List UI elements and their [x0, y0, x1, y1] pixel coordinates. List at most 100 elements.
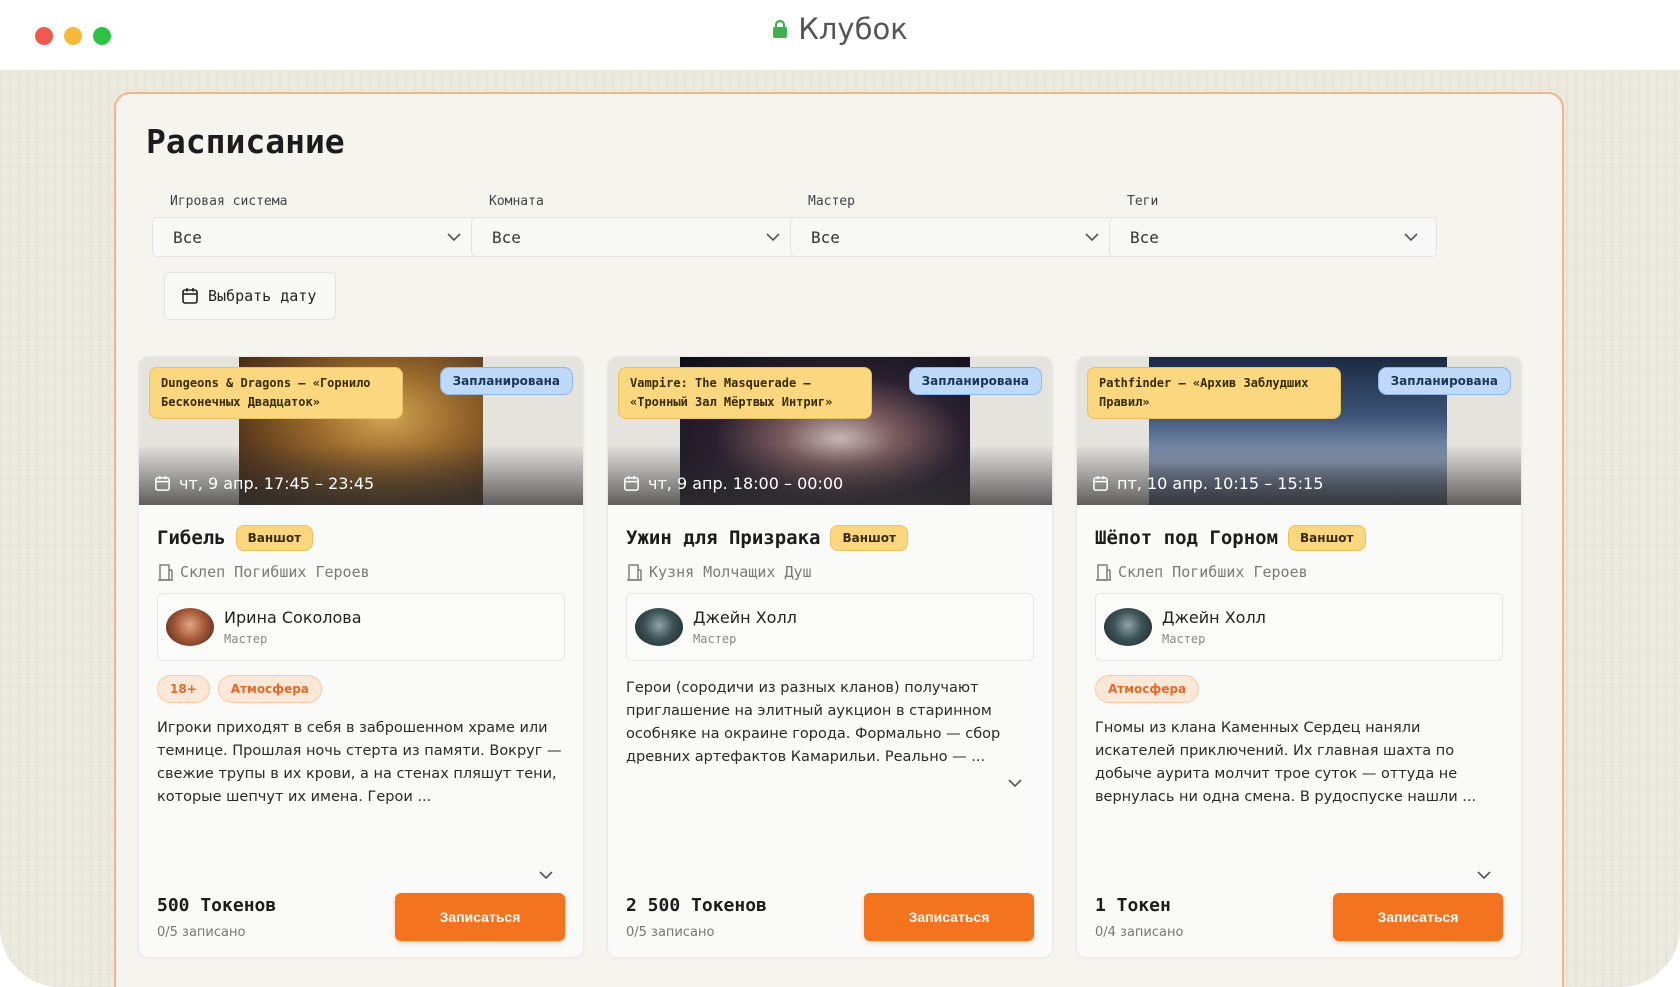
status-badge: Запланирована [1377, 367, 1511, 395]
pick-date-label: Выбрать дату [208, 287, 317, 305]
session-time: пт, 10 апр. 10:15 – 15:15 [1092, 474, 1323, 493]
format-badge: Ваншот [235, 525, 314, 551]
avatar [1104, 608, 1152, 646]
game-card[interactable]: Pathfinder — «Архив Заблудших Правил» За… [1076, 356, 1522, 958]
tags-select[interactable]: Все [1109, 217, 1437, 257]
card-footer: 1 Токен 0/4 записано Записаться [1095, 893, 1503, 941]
card-title-row: Шёпот под Горном Ваншот [1095, 525, 1503, 551]
card-cover: Dungeons & Dragons — «Горнило Бесконечны… [139, 357, 583, 505]
master-info[interactable]: Джейн Холл Мастер [1095, 593, 1503, 661]
window-title: Клубок [0, 12, 1680, 46]
calendar-icon [624, 475, 639, 491]
select-value: Все [1130, 227, 1159, 247]
session-time: чт, 9 апр. 18:00 – 00:00 [623, 474, 843, 493]
master-role: Мастер [693, 632, 737, 646]
game-system-badge: Vampire: The Masquerade — «Тронный Зал М… [618, 367, 872, 419]
master-role: Мастер [1162, 632, 1206, 646]
session-time-text: чт, 9 апр. 17:45 – 23:45 [179, 474, 375, 493]
select-value: Все [173, 227, 202, 247]
card-cover: Pathfinder — «Архив Заблудших Правил» За… [1077, 357, 1521, 505]
building-icon [627, 563, 642, 581]
window-titlebar: Клубок [0, 0, 1680, 70]
price: 1 Токен [1095, 895, 1171, 916]
room-info: Кузня Молчащих Душ [626, 563, 1034, 581]
format-badge: Ваншот [830, 525, 908, 551]
room-info: Склеп Погибших Героев [157, 563, 565, 581]
master-name: Джейн Холл [693, 608, 797, 627]
room-name: Кузня Молчащих Душ [649, 563, 812, 581]
price: 2 500 Токенов [626, 895, 767, 916]
card-footer: 500 Токенов 0/5 записано Записаться [157, 893, 565, 941]
master-info[interactable]: Джейн Холл Мастер [626, 593, 1034, 661]
filter-label: Теги [1127, 194, 1159, 209]
page-background: Расписание Игровая система Все Комната В… [0, 70, 1680, 987]
card-body: Гибель Ваншот Склеп Погибших Героев Ирин… [139, 505, 583, 957]
card-description: Игроки приходят в себя в заброшенном хра… [157, 720, 562, 805]
room-name: Склеп Погибших Героев [1118, 563, 1308, 581]
calendar-icon [155, 475, 170, 491]
session-time-text: чт, 9 апр. 18:00 – 00:00 [648, 474, 844, 493]
card-title-row: Гибель Ваншот [157, 525, 565, 551]
lock-icon [772, 20, 788, 38]
game-system-select[interactable]: Все [152, 217, 480, 257]
building-icon [158, 563, 173, 581]
signup-button[interactable]: Записаться [395, 893, 565, 941]
enrolled-count: 0/5 записано [626, 925, 715, 940]
game-system-badge: Dungeons & Dragons — «Горнило Бесконечны… [149, 367, 403, 419]
filter-master: Мастер Все [790, 194, 1118, 257]
signup-button[interactable]: Записаться [864, 893, 1034, 941]
format-badge: Ваншот [1288, 525, 1366, 551]
price: 500 Токенов [157, 895, 277, 916]
schedule-panel: Расписание Игровая система Все Комната В… [114, 92, 1564, 987]
select-value: Все [811, 227, 840, 247]
session-time-text: пт, 10 апр. 10:15 – 15:15 [1117, 474, 1324, 493]
chevron-down-icon [1085, 232, 1099, 241]
filter-label: Игровая система [170, 194, 288, 209]
avatar [166, 608, 214, 646]
room-info: Склеп Погибших Героев [1095, 563, 1503, 581]
enrolled-count: 0/5 записано [157, 925, 246, 940]
card-footer: 2 500 Токенов 0/5 записано Записаться [626, 893, 1034, 941]
master-select[interactable]: Все [790, 217, 1118, 257]
chevron-down-icon [447, 232, 461, 241]
master-role: Мастер [224, 632, 268, 646]
card-title-row: Ужин для Призрака Ваншот [626, 525, 1034, 551]
page-title: Расписание [146, 122, 345, 161]
pick-date-button[interactable]: Выбрать дату [164, 272, 336, 320]
filter-label: Мастер [808, 194, 855, 209]
tag-list: Атмосфера [1095, 675, 1503, 703]
master-info[interactable]: Ирина Соколова Мастер [157, 593, 565, 661]
master-name: Джейн Холл [1162, 608, 1266, 627]
chevron-down-icon [766, 232, 780, 241]
tag-list: 18+ Атмосфера [157, 675, 565, 703]
card-description: Герои (сородичи из разных кланов) получа… [626, 680, 1001, 765]
card-description: Гномы из клана Каменных Сердец наняли ис… [1095, 720, 1477, 805]
chevron-down-icon [1404, 232, 1418, 241]
tag: Атмосфера [1095, 675, 1200, 703]
tag: 18+ [157, 675, 210, 703]
chevron-down-icon[interactable] [539, 871, 553, 880]
status-badge: Запланирована [439, 367, 573, 395]
session-time: чт, 9 апр. 17:45 – 23:45 [154, 474, 374, 493]
filter-label: Комната [489, 194, 544, 209]
game-card[interactable]: Dungeons & Dragons — «Горнило Бесконечны… [138, 356, 584, 958]
room-select[interactable]: Все [471, 217, 799, 257]
room-name: Склеп Погибших Героев [180, 563, 370, 581]
filter-room: Комната Все [471, 194, 799, 257]
card-body: Шёпот под Горном Ваншот Склеп Погибших Г… [1077, 505, 1521, 957]
filter-game-system: Игровая система Все [152, 194, 480, 257]
signup-button[interactable]: Записаться [1333, 893, 1503, 941]
calendar-icon [1093, 475, 1108, 491]
master-name: Ирина Соколова [224, 608, 362, 627]
chevron-down-icon[interactable] [1008, 779, 1022, 788]
avatar [635, 608, 683, 646]
filter-tags: Теги Все [1109, 194, 1437, 257]
card-title: Шёпот под Горном [1095, 527, 1279, 549]
chevron-down-icon[interactable] [1477, 871, 1491, 880]
game-card[interactable]: Vampire: The Masquerade — «Тронный Зал М… [607, 356, 1053, 958]
card-cover: Vampire: The Masquerade — «Тронный Зал М… [608, 357, 1052, 505]
calendar-icon [182, 288, 198, 304]
card-body: Ужин для Призрака Ваншот Кузня Молчащих … [608, 505, 1052, 957]
card-title: Гибель [157, 527, 226, 549]
enrolled-count: 0/4 записано [1095, 925, 1184, 940]
